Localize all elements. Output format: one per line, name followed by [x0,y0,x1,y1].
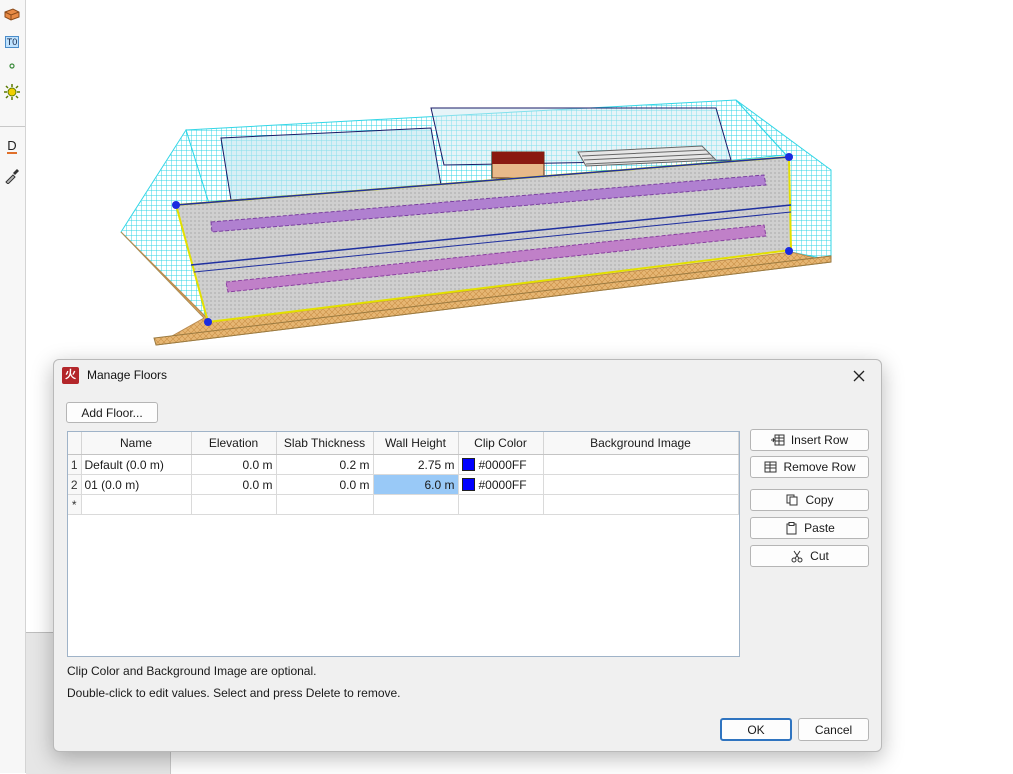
copy-button[interactable]: Copy [750,489,869,511]
row-number[interactable]: 2 [68,474,82,495]
paste-button[interactable]: Paste [750,517,869,539]
clip-color-value: #0000FF [478,477,527,492]
remove-row-icon [763,460,777,474]
cell-name[interactable]: Default (0.0 m) [81,454,192,475]
cell-background-image[interactable] [543,494,739,515]
cut-button[interactable]: Cut [750,545,869,567]
sun-icon[interactable] [2,82,22,102]
row-header-corner [68,432,82,455]
copy-icon [785,493,799,507]
cell-slab-thickness[interactable]: 0.2 m [276,454,374,475]
column-header-background-image[interactable]: Background Image [543,432,739,455]
cell-background-image[interactable] [543,454,739,475]
column-header-wall-height[interactable]: Wall Height [373,432,459,455]
cell-clip-color[interactable] [458,494,544,515]
point-icon[interactable] [2,56,22,76]
eyedropper-icon[interactable] [2,166,22,186]
cell-wall-height-selected[interactable]: 6.0 m [373,474,459,495]
cell-elevation[interactable] [191,494,277,515]
d-label: D [7,137,17,154]
corner-handle[interactable] [785,247,793,255]
manage-floors-dialog: 火 Manage Floors Add Floor... Name Elevat… [53,359,882,752]
dialog-titlebar: 火 Manage Floors [54,360,881,392]
add-floor-button[interactable]: Add Floor... [66,402,158,423]
cell-wall-height[interactable]: 2.75 m [373,454,459,475]
insert-row-label: Insert Row [790,433,849,447]
app-icon: 火 [62,367,79,384]
tool-separator [0,126,25,127]
ok-button[interactable]: OK [720,718,792,741]
cut-label: Cut [810,549,829,563]
cell-background-image[interactable] [543,474,739,495]
hint-optional: Clip Color and Background Image are opti… [67,664,317,678]
cell-name[interactable]: 01 (0.0 m) [81,474,192,495]
remove-row-label: Remove Row [783,460,856,474]
3d-viewport[interactable] [26,0,1013,360]
cell-elevation[interactable]: 0.0 m [191,454,277,475]
insert-row-button[interactable]: Insert Row [750,429,869,451]
row-number[interactable]: 1 [68,454,82,475]
column-header-name[interactable]: Name [81,432,192,455]
tool-strip: T0 D [0,0,26,773]
column-header-slab-thickness[interactable]: Slab Thickness [276,432,374,455]
floors-table: Name Elevation Slab Thickness Wall Heigh… [67,431,740,657]
clip-color-value: #0000FF [478,457,527,472]
remove-row-button[interactable]: Remove Row [750,456,869,478]
dimension-d-icon[interactable]: D [2,136,22,156]
color-swatch [461,457,475,471]
cell-wall-height[interactable] [373,494,459,515]
table-row[interactable]: 1 Default (0.0 m) 0.0 m 0.2 m 2.75 m #00… [68,454,739,475]
corner-handle[interactable] [785,153,793,161]
corner-handle[interactable] [204,318,212,326]
cell-clip-color[interactable]: #0000FF [458,454,544,475]
new-row-marker[interactable]: * [68,494,82,515]
corner-handle[interactable] [172,201,180,209]
brick-icon[interactable] [2,4,22,24]
cell-name[interactable] [81,494,192,515]
hint-instructions: Double-click to edit values. Select and … [67,686,401,700]
insert-row-icon [770,433,785,447]
text-t0-icon[interactable]: T0 [2,32,22,52]
new-row[interactable]: * [68,494,739,515]
close-icon[interactable] [845,364,873,388]
paste-icon [784,521,798,535]
table-header-row: Name Elevation Slab Thickness Wall Heigh… [68,432,739,455]
scissors-icon [790,549,804,563]
column-header-elevation[interactable]: Elevation [191,432,277,455]
color-swatch [461,477,475,491]
copy-label: Copy [805,493,834,507]
cancel-button[interactable]: Cancel [798,718,869,741]
dialog-title: Manage Floors [87,368,168,382]
brown-object-top [492,152,544,164]
column-header-clip-color[interactable]: Clip Color [458,432,544,455]
cell-slab-thickness[interactable] [276,494,374,515]
table-row[interactable]: 2 01 (0.0 m) 0.0 m 0.0 m 6.0 m #0000FF [68,474,739,495]
cell-clip-color[interactable]: #0000FF [458,474,544,495]
cell-elevation[interactable]: 0.0 m [191,474,277,495]
t0-label: T0 [4,36,20,48]
paste-label: Paste [804,521,835,535]
cell-slab-thickness[interactable]: 0.0 m [276,474,374,495]
